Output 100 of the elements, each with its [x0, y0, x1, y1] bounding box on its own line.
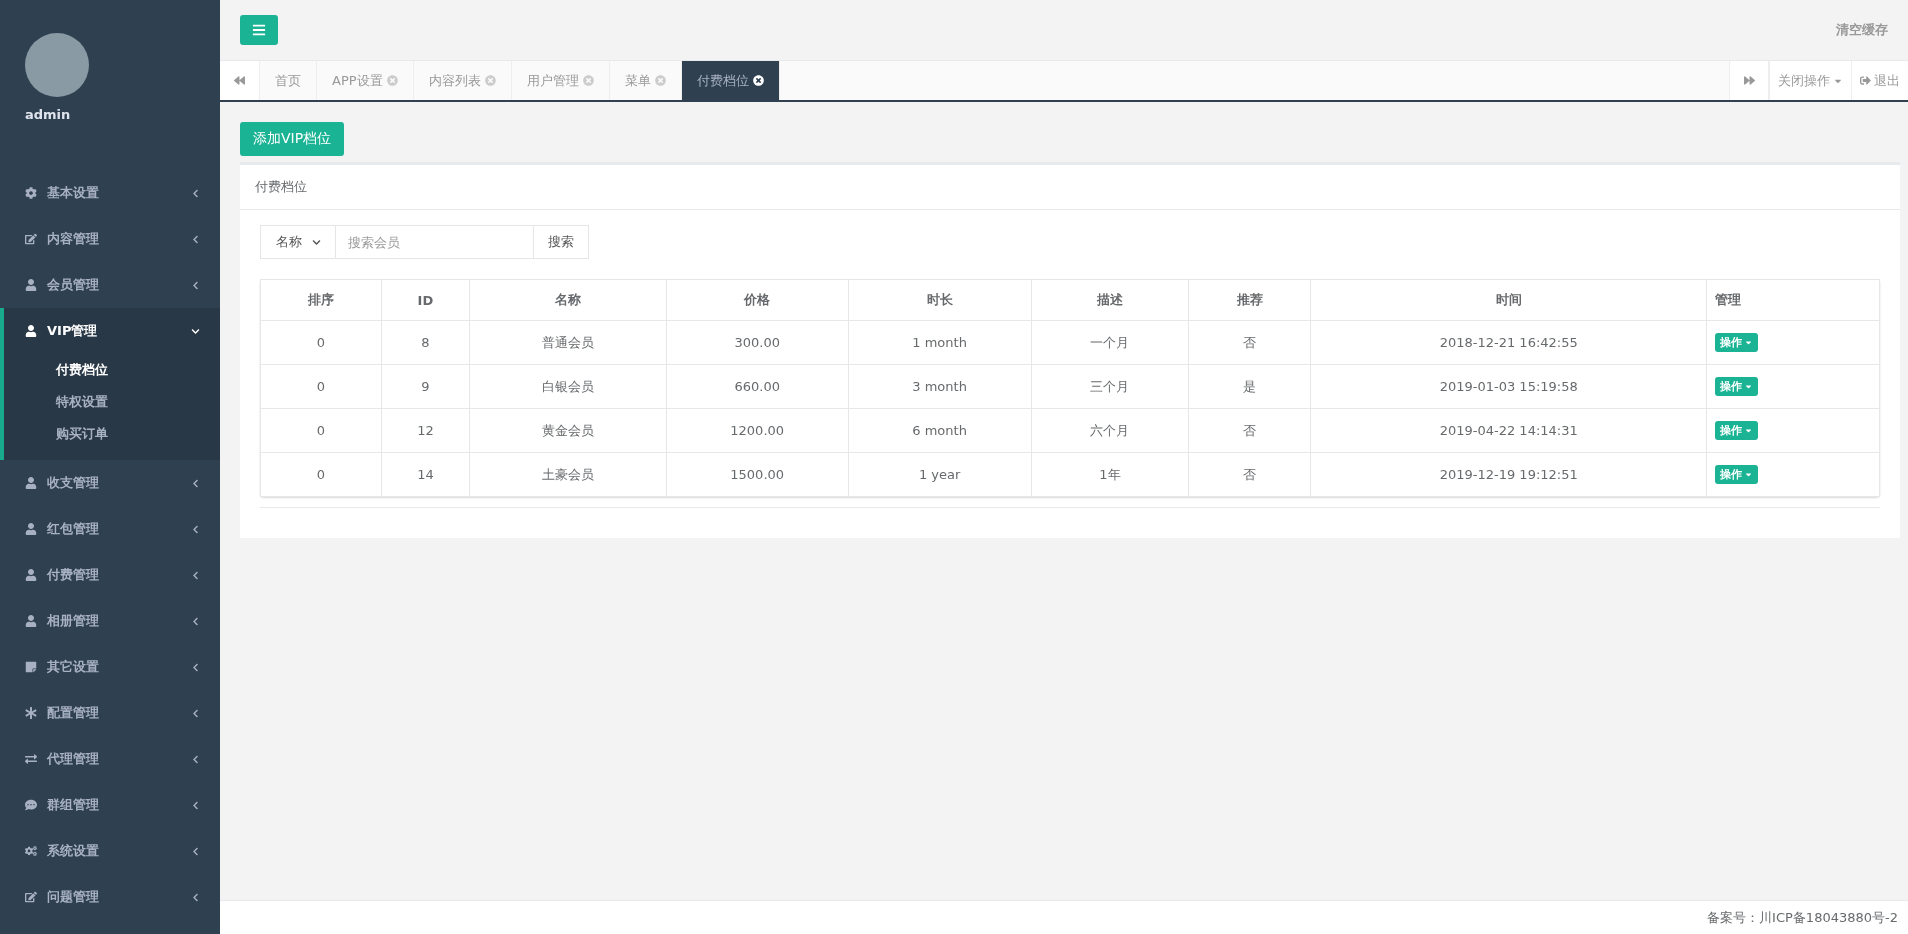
submenu-item[interactable]: 付费档位 [4, 354, 220, 386]
table-cell: 2019-12-19 19:12:51 [1310, 452, 1707, 497]
tab[interactable]: 付费档位 [681, 61, 780, 100]
action-dropdown-button[interactable]: 操作 [1715, 465, 1759, 484]
action-dropdown-button[interactable]: 操作 [1715, 333, 1759, 352]
caret-icon [1744, 382, 1754, 391]
tab[interactable]: 用户管理 [511, 61, 610, 100]
column-header: 排序 [260, 279, 382, 321]
action-dropdown-button[interactable]: 操作 [1715, 421, 1759, 440]
sidebar-item[interactable]: 系统设置 [4, 828, 220, 874]
panel-title: 付费档位 [255, 178, 307, 196]
table-cell: 12 [381, 408, 470, 453]
logout-link[interactable]: 退出 [1851, 61, 1908, 100]
caret-icon [1744, 338, 1754, 347]
chevron-left-icon [191, 662, 200, 672]
column-header: ID [381, 279, 470, 321]
chevron-left-icon [191, 708, 200, 718]
table-cell: 0 [260, 408, 382, 453]
table-cell: 1200.00 [666, 408, 849, 453]
rewind-icon [234, 75, 245, 86]
table-cell: 是 [1188, 364, 1311, 409]
table-cell: 土豪会员 [469, 452, 667, 497]
table-cell: 660.00 [666, 364, 849, 409]
table-cell: 2019-01-03 15:19:58 [1310, 364, 1707, 409]
column-header: 名称 [469, 279, 667, 321]
submenu-item[interactable]: 特权设置 [4, 386, 220, 418]
chevron-left-icon [191, 616, 200, 626]
table-cell: 三个月 [1031, 364, 1189, 409]
column-header: 时长 [848, 279, 1032, 321]
column-header: 时间 [1310, 279, 1707, 321]
table-cell: 1 month [848, 320, 1032, 365]
table-cell: 1500.00 [666, 452, 849, 497]
clear-cache-link[interactable]: 清空缓存 [1836, 21, 1888, 39]
sidebar-item[interactable]: 红包管理 [4, 506, 220, 552]
sidebar-item[interactable]: 配置管理 [4, 690, 220, 736]
sidebar-item[interactable]: 代理管理 [4, 736, 220, 782]
table-cell: 3 month [848, 364, 1032, 409]
sidebar-item[interactable]: 其它设置 [4, 644, 220, 690]
chevron-left-icon [191, 524, 200, 534]
search-field[interactable]: 搜索会员 [336, 225, 534, 259]
search-button[interactable]: 搜索 [534, 225, 589, 259]
sidebar-item[interactable]: 相册管理 [4, 598, 220, 644]
sidebar-item[interactable]: 会员管理 [4, 262, 220, 308]
table-cell: 1年 [1031, 452, 1189, 497]
table-cell: 2019-04-22 14:14:31 [1310, 408, 1707, 453]
table-cell: 普通会员 [469, 320, 667, 365]
sign-out-icon [1860, 75, 1871, 86]
table-cell: 否 [1188, 408, 1311, 453]
add-vip-button[interactable]: 添加VIP档位 [240, 122, 345, 156]
close-icon[interactable] [752, 75, 764, 86]
column-header: 描述 [1031, 279, 1189, 321]
chevron-left-icon [191, 754, 200, 764]
column-header: 价格 [666, 279, 849, 321]
sidebar-item[interactable]: 收支管理 [4, 460, 220, 506]
column-header: 管理 [1706, 279, 1880, 321]
table-cell: 8 [381, 320, 470, 365]
sidebar-item[interactable]: 群组管理 [4, 782, 220, 828]
table-cell: 六个月 [1031, 408, 1189, 453]
table-cell: 1 year [848, 452, 1032, 497]
sidebar-item[interactable]: 内容管理 [4, 216, 220, 262]
column-header: 推荐 [1188, 279, 1311, 321]
caret-icon [1744, 470, 1754, 479]
menu-button[interactable] [240, 15, 278, 45]
chevron-left-icon [191, 478, 200, 488]
table-cell: 300.00 [666, 320, 849, 365]
chevron-left-icon [191, 892, 200, 902]
table-cell: 14 [381, 452, 470, 497]
table-cell: 一个月 [1031, 320, 1189, 365]
action-dropdown-button[interactable]: 操作 [1715, 377, 1759, 396]
table-cell: 0 [260, 320, 382, 365]
tab[interactable]: APP设置 [317, 61, 414, 100]
scroll-right-button[interactable] [1729, 61, 1769, 100]
table-cell: 黄金会员 [469, 408, 667, 453]
field-select[interactable]: 名称 [260, 225, 336, 259]
scroll-left-button[interactable] [220, 61, 260, 100]
table-cell: 0 [260, 452, 382, 497]
footer-text: 备案号：川ICP备18043880号-2 [1707, 908, 1898, 927]
sidebar-item[interactable]: 付费管理 [4, 552, 220, 598]
table-cell: 0 [260, 364, 382, 409]
chevron-left-icon [191, 570, 200, 580]
chevron-left-icon [191, 280, 200, 290]
fast-forward-icon [1743, 75, 1755, 86]
table-cell: 2018-12-21 16:42:55 [1310, 320, 1707, 365]
chevron-left-icon [191, 846, 200, 856]
sidebar-item[interactable]: 基本设置 [4, 170, 220, 216]
table-cell: 白银会员 [469, 364, 667, 409]
tab[interactable]: 内容列表 [413, 61, 512, 100]
chevron-left-icon [191, 234, 200, 244]
user-name: admin [25, 107, 72, 122]
caret-icon [1744, 426, 1754, 435]
table-cell: 9 [381, 364, 470, 409]
chevron-left-icon [191, 188, 200, 198]
table-cell: 否 [1188, 320, 1311, 365]
submenu-item[interactable]: 购买订单 [4, 418, 220, 450]
tab[interactable]: 菜单 [609, 61, 682, 100]
close-ops-dropdown[interactable]: 关闭操作 [1769, 61, 1851, 100]
tab[interactable]: 首页 [260, 61, 317, 100]
sidebar-item[interactable]: VIP管理 [4, 308, 220, 354]
table-cell: 否 [1188, 452, 1311, 497]
sidebar-item[interactable]: 问题管理 [4, 874, 220, 920]
